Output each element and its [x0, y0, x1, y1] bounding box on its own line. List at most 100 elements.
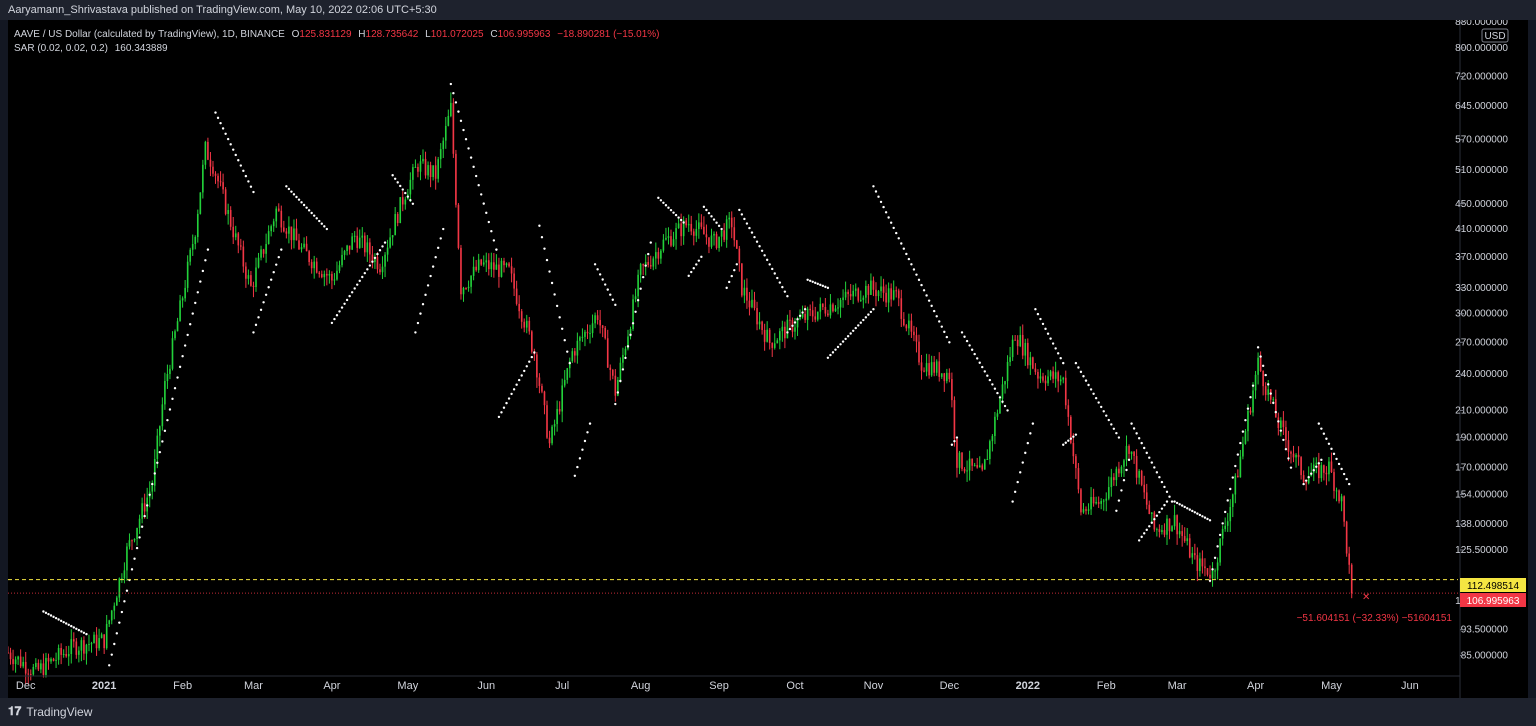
candle-up — [1173, 515, 1176, 527]
candle-up — [978, 465, 981, 468]
candle-up — [1001, 384, 1004, 399]
candle-up — [270, 226, 272, 232]
sar-dot — [1140, 535, 1143, 539]
candle-up — [720, 230, 723, 237]
candle-up — [55, 659, 57, 661]
candle-down — [65, 653, 68, 657]
sar-dot — [391, 174, 394, 177]
sar-dot — [490, 230, 493, 233]
candle-up — [67, 654, 70, 657]
sar-dot — [108, 664, 111, 667]
candle-down — [465, 287, 467, 289]
candle-down — [910, 320, 913, 332]
time-tick-label: Jun — [477, 680, 495, 692]
candle-up — [584, 331, 586, 337]
candle-down — [538, 377, 541, 386]
sar-dot — [609, 293, 612, 296]
candle-down — [1333, 472, 1335, 491]
sar-dot — [1320, 458, 1323, 462]
candle-up — [17, 656, 19, 660]
sar-dot — [411, 202, 415, 206]
sar-dot — [229, 143, 232, 146]
candle-down — [1016, 339, 1019, 347]
sar-dot — [938, 320, 941, 323]
candle-up — [672, 239, 675, 246]
candle-up — [1226, 521, 1229, 526]
candle-down — [1290, 451, 1292, 454]
candle-up — [859, 299, 862, 301]
sar-dot — [485, 211, 488, 215]
candle-up — [1211, 570, 1214, 579]
sar-dot — [406, 195, 410, 198]
legend-open: 125.831129 — [299, 29, 352, 40]
sar-dot — [1024, 451, 1027, 455]
sar-dot — [302, 203, 306, 207]
candle-down — [804, 313, 806, 320]
price-chart[interactable]: 880.000000800.000000720.000000645.000000… — [7, 17, 1528, 698]
candle-down — [518, 303, 520, 312]
candle-down — [262, 249, 265, 254]
time-tick-label: Jun — [1401, 680, 1419, 692]
sar-dot — [381, 245, 384, 248]
candle-down — [953, 400, 956, 439]
candle-up — [399, 197, 402, 223]
candle-down — [601, 325, 604, 328]
candle-up — [138, 518, 141, 529]
candle-up — [946, 372, 948, 382]
sar-dot — [482, 202, 485, 205]
candle-up — [634, 296, 637, 300]
candle-down — [746, 287, 748, 301]
sar-dot — [558, 316, 561, 319]
sar-dot — [1140, 441, 1143, 445]
candle-down — [280, 210, 283, 228]
sar-dot — [280, 248, 283, 251]
sar-dot — [462, 128, 465, 132]
sar-dot — [583, 439, 587, 443]
sar-dot — [151, 482, 154, 486]
candle-up — [958, 452, 961, 468]
candle-up — [22, 661, 25, 667]
candle-down — [331, 274, 333, 281]
candle-up — [1095, 502, 1097, 504]
candle-up — [852, 290, 855, 297]
sar-dot — [399, 184, 402, 188]
candle-down — [1153, 512, 1156, 530]
chart-area[interactable]: 880.000000 800.000000 720.000000 645.000000… — [7, 17, 1528, 698]
sar-dot — [1208, 519, 1212, 522]
candle-down — [753, 299, 756, 309]
sar-dot — [1049, 337, 1052, 340]
sar-dot — [917, 278, 921, 282]
candle-up — [652, 258, 655, 267]
tradingview-brand: TradingView — [26, 704, 93, 719]
candle-up — [90, 643, 93, 645]
sar-dot — [925, 294, 928, 297]
candle-up — [1295, 454, 1297, 458]
sar-dot — [844, 337, 847, 341]
sar-dot — [232, 148, 235, 151]
candle-down — [493, 262, 495, 270]
sar-dot — [912, 268, 916, 271]
sar-dot — [1158, 510, 1161, 514]
sar-dot — [596, 268, 599, 271]
candle-down — [295, 228, 298, 241]
sar-dot — [991, 383, 994, 386]
candle-up — [414, 166, 417, 168]
sar-dot — [975, 357, 979, 360]
candle-down — [95, 634, 98, 649]
sar-dot — [497, 415, 501, 419]
sar-dot — [998, 396, 1002, 399]
candle-up — [870, 280, 872, 295]
candle-up — [1107, 487, 1110, 499]
candle-down — [913, 331, 915, 336]
sar-dot — [442, 227, 445, 231]
sar-dot — [1145, 528, 1148, 532]
sar-dot — [520, 374, 523, 377]
sar-dot — [1120, 489, 1123, 492]
tradingview-logo[interactable]: 𝟏𝟕 TradingView — [8, 704, 92, 719]
sar-dot — [1216, 545, 1219, 548]
sar-dot — [895, 231, 898, 235]
sar-dot — [1155, 471, 1159, 474]
sar-dot — [1234, 464, 1237, 468]
sar-dot — [1282, 438, 1285, 442]
sar-dot — [1153, 466, 1156, 469]
